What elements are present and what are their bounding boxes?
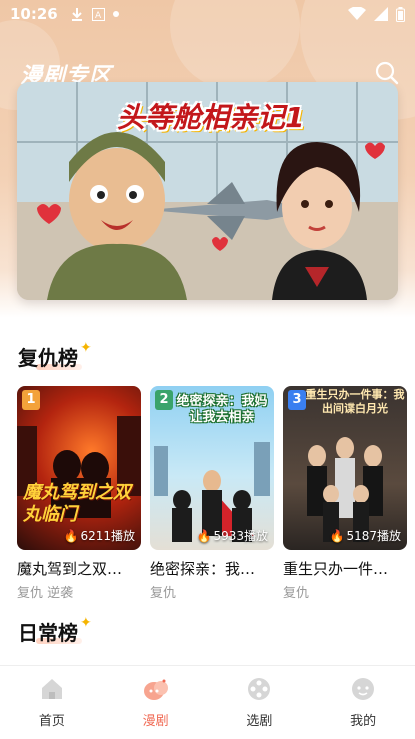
home-icon	[41, 679, 62, 699]
flame-icon: 🔥	[196, 528, 212, 543]
svg-text:A: A	[95, 11, 102, 21]
nav-profile-label: 我的	[350, 714, 377, 729]
drama-title: 绝密探亲：我…	[150, 560, 256, 578]
drama-card[interactable]: 魔丸驾到之双丸临门 1 🔥 6211播放 魔丸驾到之双… 复仇 逆袭	[17, 386, 141, 601]
drama-tags: 复仇	[283, 586, 310, 601]
drama-cover: 魔丸驾到之双丸临门 1 🔥 6211播放	[17, 386, 141, 550]
film-reel-icon	[248, 678, 271, 700]
revenge-ranking-list: 魔丸驾到之双丸临门 1 🔥 6211播放 魔丸驾到之双… 复仇 逆袭 绝密探亲：…	[17, 386, 407, 606]
signal-icon	[374, 7, 388, 21]
play-count: 🔥 6211播放	[64, 527, 136, 544]
rank-badge: 1	[22, 390, 40, 410]
featured-banner[interactable]: 头等舱相亲记1	[17, 82, 398, 300]
cover-title-text: 绝密探亲：我妈让我去相亲	[176, 394, 268, 425]
status-bar: 10:26 A	[0, 0, 415, 28]
drama-tags: 复仇 逆袭	[17, 586, 74, 601]
section-title-daily: 日常榜	[18, 621, 78, 645]
status-time: 10:26	[10, 5, 58, 23]
section-title-revenge: 复仇榜	[18, 346, 78, 370]
text-a-icon: A	[91, 7, 105, 21]
sparkle-icon: ✦	[80, 340, 92, 356]
drama-title: 魔丸驾到之双…	[17, 560, 123, 578]
drama-card[interactable]: 绝密探亲：我妈让我去相亲 2 🔥 5933播放 绝密探亲：我… 复仇	[150, 386, 274, 601]
nav-manju[interactable]: 漫剧	[104, 666, 208, 739]
flame-icon: 🔥	[329, 528, 345, 543]
nav-home-label: 首页	[38, 714, 65, 729]
battery-icon	[396, 6, 405, 22]
drama-cover: 重生只办一件事：我出间谍白月光 3 🔥 5187播放	[283, 386, 407, 550]
cover-title-text: 重生只办一件事：我出间谍白月光	[305, 388, 405, 415]
manju-icon	[143, 679, 168, 700]
cover-title-text: 魔丸驾到之双丸临门	[23, 482, 131, 525]
play-count: 🔥 5933播放	[197, 527, 269, 544]
nav-select[interactable]: 选剧	[208, 666, 312, 739]
wifi-icon	[348, 7, 366, 21]
nav-select-label: 选剧	[246, 714, 273, 729]
flame-icon: 🔥	[63, 528, 79, 543]
profile-icon	[352, 678, 375, 700]
rank-badge: 2	[155, 390, 173, 410]
dot-icon	[112, 11, 119, 17]
nav-home[interactable]: 首页	[0, 666, 104, 739]
drama-card[interactable]: 重生只办一件事：我出间谍白月光 3 🔥 5187播放 重生只办一件… 复仇	[283, 386, 407, 601]
drama-tags: 复仇	[150, 586, 177, 601]
sparkle-icon: ✦	[80, 615, 92, 631]
play-count-text: 6211播放	[80, 529, 135, 543]
drama-cover: 绝密探亲：我妈让我去相亲 2 🔥 5933播放	[150, 386, 274, 550]
download-icon	[70, 7, 84, 21]
bottom-nav: 首页 漫剧 选剧 我的	[0, 665, 415, 739]
play-count-text: 5933播放	[213, 529, 268, 543]
play-count-text: 5187播放	[346, 529, 401, 543]
drama-title: 重生只办一件…	[283, 560, 389, 578]
play-count: 🔥 5187播放	[330, 527, 402, 544]
nav-manju-label: 漫剧	[142, 714, 169, 729]
nav-profile[interactable]: 我的	[311, 666, 415, 739]
banner-title: 头等舱相亲记1	[117, 101, 305, 134]
rank-badge: 3	[288, 390, 306, 410]
